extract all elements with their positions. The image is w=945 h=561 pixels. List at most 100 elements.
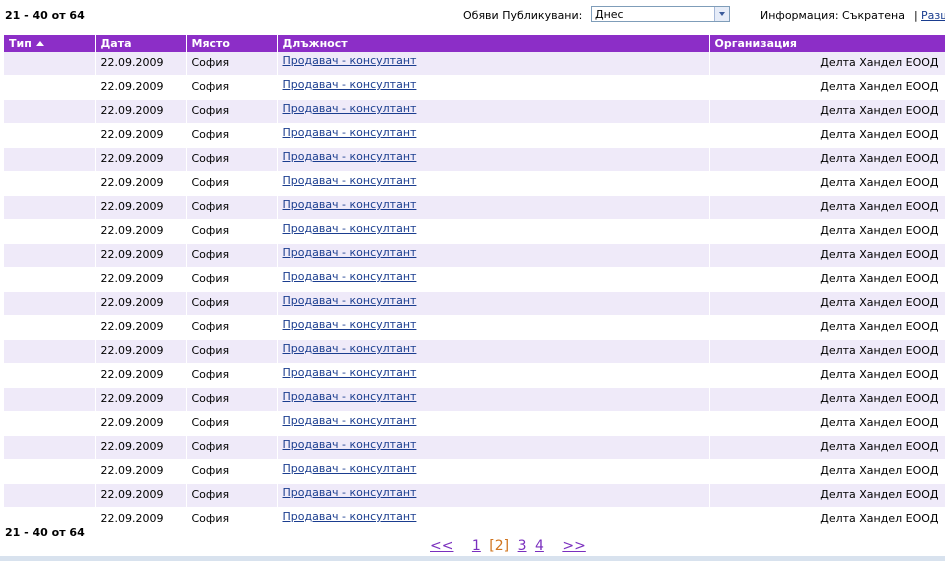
cell-date: 22.09.2009	[95, 219, 187, 244]
cell-date: 22.09.2009	[95, 267, 187, 292]
position-link[interactable]: Продавач - консултант	[283, 76, 417, 91]
position-link[interactable]: Продавач - консултант	[283, 508, 417, 523]
column-header-position[interactable]: Длъжност	[277, 35, 710, 52]
organization-value: Делта Хандел ЕООД	[820, 416, 939, 429]
cell-type	[4, 339, 96, 364]
position-link[interactable]: Продавач - консултант	[283, 220, 417, 235]
pager-prev-link[interactable]: <<	[430, 538, 453, 554]
table-row: 22.09.2009 София Продавач - консултант Делт…	[4, 435, 945, 460]
cell-type	[4, 147, 96, 172]
cell-date: 22.09.2009	[95, 99, 187, 124]
chevron-down-icon[interactable]	[714, 7, 729, 21]
position-link[interactable]: Продавач - консултант	[283, 100, 417, 115]
table-row: 22.09.2009 София Продавач - консултант Делт…	[4, 147, 945, 172]
place-value: София	[191, 296, 230, 309]
cell-organization: Делта Хандел ЕООД	[709, 267, 945, 292]
cell-type	[4, 219, 96, 244]
column-header-date[interactable]: Дата	[95, 35, 187, 52]
cell-organization: Делта Хандел ЕООД	[709, 315, 945, 340]
organization-value: Делта Хандел ЕООД	[820, 80, 939, 93]
organization-value: Делта Хандел ЕООД	[820, 512, 939, 525]
cell-type	[4, 363, 96, 388]
column-header-organization[interactable]: Организация	[709, 35, 945, 52]
organization-value: Делта Хандел ЕООД	[820, 368, 939, 381]
date-value: 22.09.2009	[100, 128, 164, 141]
place-value: София	[191, 512, 230, 525]
position-link[interactable]: Продавач - консултант	[283, 364, 417, 379]
cell-organization: Делта Хандел ЕООД	[709, 411, 945, 436]
cell-organization: Делта Хандел ЕООД	[709, 387, 945, 412]
cell-place: София	[186, 459, 278, 484]
cell-organization: Делта Хандел ЕООД	[709, 435, 945, 460]
table-row: 22.09.2009 София Продавач - консултант Делт…	[4, 459, 945, 484]
position-link[interactable]: Продавач - консултант	[283, 52, 417, 67]
table-row: 22.09.2009 София Продавач - консултант Делт…	[4, 291, 945, 316]
place-value: София	[191, 224, 230, 237]
position-link[interactable]: Продавач - консултант	[283, 484, 417, 499]
cell-place: София	[186, 75, 278, 100]
cell-date: 22.09.2009	[95, 243, 187, 268]
cell-type	[4, 483, 96, 508]
cell-organization: Делта Хандел ЕООД	[709, 243, 945, 268]
position-link[interactable]: Продавач - консултант	[283, 412, 417, 427]
organization-value: Делта Хандел ЕООД	[820, 344, 939, 357]
position-link[interactable]: Продавач - консултант	[283, 268, 417, 283]
organization-value: Делта Хандел ЕООД	[820, 128, 939, 141]
pager-page-4[interactable]: 4	[535, 538, 544, 554]
table-row: 22.09.2009 София Продавач - консултант Делт…	[4, 411, 945, 436]
date-value: 22.09.2009	[100, 464, 164, 477]
pager-next-link[interactable]: >>	[562, 538, 585, 554]
cell-type	[4, 195, 96, 220]
cell-position: Продавач - консултант	[277, 411, 710, 436]
cell-date: 22.09.2009	[95, 147, 187, 172]
cell-type	[4, 435, 96, 460]
cell-place: София	[186, 99, 278, 124]
position-link[interactable]: Продавач - консултант	[283, 316, 417, 331]
column-header-place[interactable]: Място	[186, 35, 278, 52]
organization-value: Делта Хандел ЕООД	[820, 296, 939, 309]
date-value: 22.09.2009	[100, 80, 164, 93]
organization-value: Делта Хандел ЕООД	[820, 200, 939, 213]
pager-page-1[interactable]: 1	[472, 538, 481, 554]
cell-organization: Делта Хандел ЕООД	[709, 123, 945, 148]
date-value: 22.09.2009	[100, 296, 164, 309]
position-link[interactable]: Продавач - консултант	[283, 148, 417, 163]
cell-date: 22.09.2009	[95, 339, 187, 364]
cell-organization: Делта Хандел ЕООД	[709, 363, 945, 388]
place-value: София	[191, 440, 230, 453]
position-link[interactable]: Продавач - консултант	[283, 196, 417, 211]
cell-place: София	[186, 243, 278, 268]
position-link[interactable]: Продавач - консултант	[283, 244, 417, 259]
info-separator: |	[914, 9, 918, 22]
date-value: 22.09.2009	[100, 176, 164, 189]
date-value: 22.09.2009	[100, 320, 164, 333]
date-value: 22.09.2009	[100, 200, 164, 213]
cell-date: 22.09.2009	[95, 315, 187, 340]
cell-position: Продавач - консултант	[277, 267, 710, 292]
cell-type	[4, 411, 96, 436]
position-link[interactable]: Продавач - консултант	[283, 172, 417, 187]
position-link[interactable]: Продавач - консултант	[283, 460, 417, 475]
published-filter-select[interactable]: Днес	[591, 6, 730, 22]
date-value: 22.09.2009	[100, 440, 164, 453]
position-link[interactable]: Продавач - консултант	[283, 436, 417, 451]
cell-type	[4, 123, 96, 148]
position-link[interactable]: Продавач - консултант	[283, 124, 417, 139]
table-row: 22.09.2009 София Продавач - консултант Делт…	[4, 315, 945, 340]
cell-organization: Делта Хандел ЕООД	[709, 52, 945, 76]
position-link[interactable]: Продавач - консултант	[283, 340, 417, 355]
cell-place: София	[186, 147, 278, 172]
table-row: 22.09.2009 София Продавач - консултант Делт…	[4, 219, 945, 244]
position-link[interactable]: Продавач - консултант	[283, 388, 417, 403]
cell-position: Продавач - консултант	[277, 291, 710, 316]
organization-value: Делта Хандел ЕООД	[820, 224, 939, 237]
place-value: София	[191, 344, 230, 357]
pager-page-3[interactable]: 3	[518, 538, 527, 554]
cell-position: Продавач - консултант	[277, 123, 710, 148]
date-value: 22.09.2009	[100, 368, 164, 381]
footer-strip	[0, 556, 945, 561]
column-header-type[interactable]: Тип	[4, 35, 96, 52]
position-link[interactable]: Продавач - консултант	[283, 292, 417, 307]
info-extended-link[interactable]: Разширена	[921, 9, 945, 22]
cell-type	[4, 459, 96, 484]
